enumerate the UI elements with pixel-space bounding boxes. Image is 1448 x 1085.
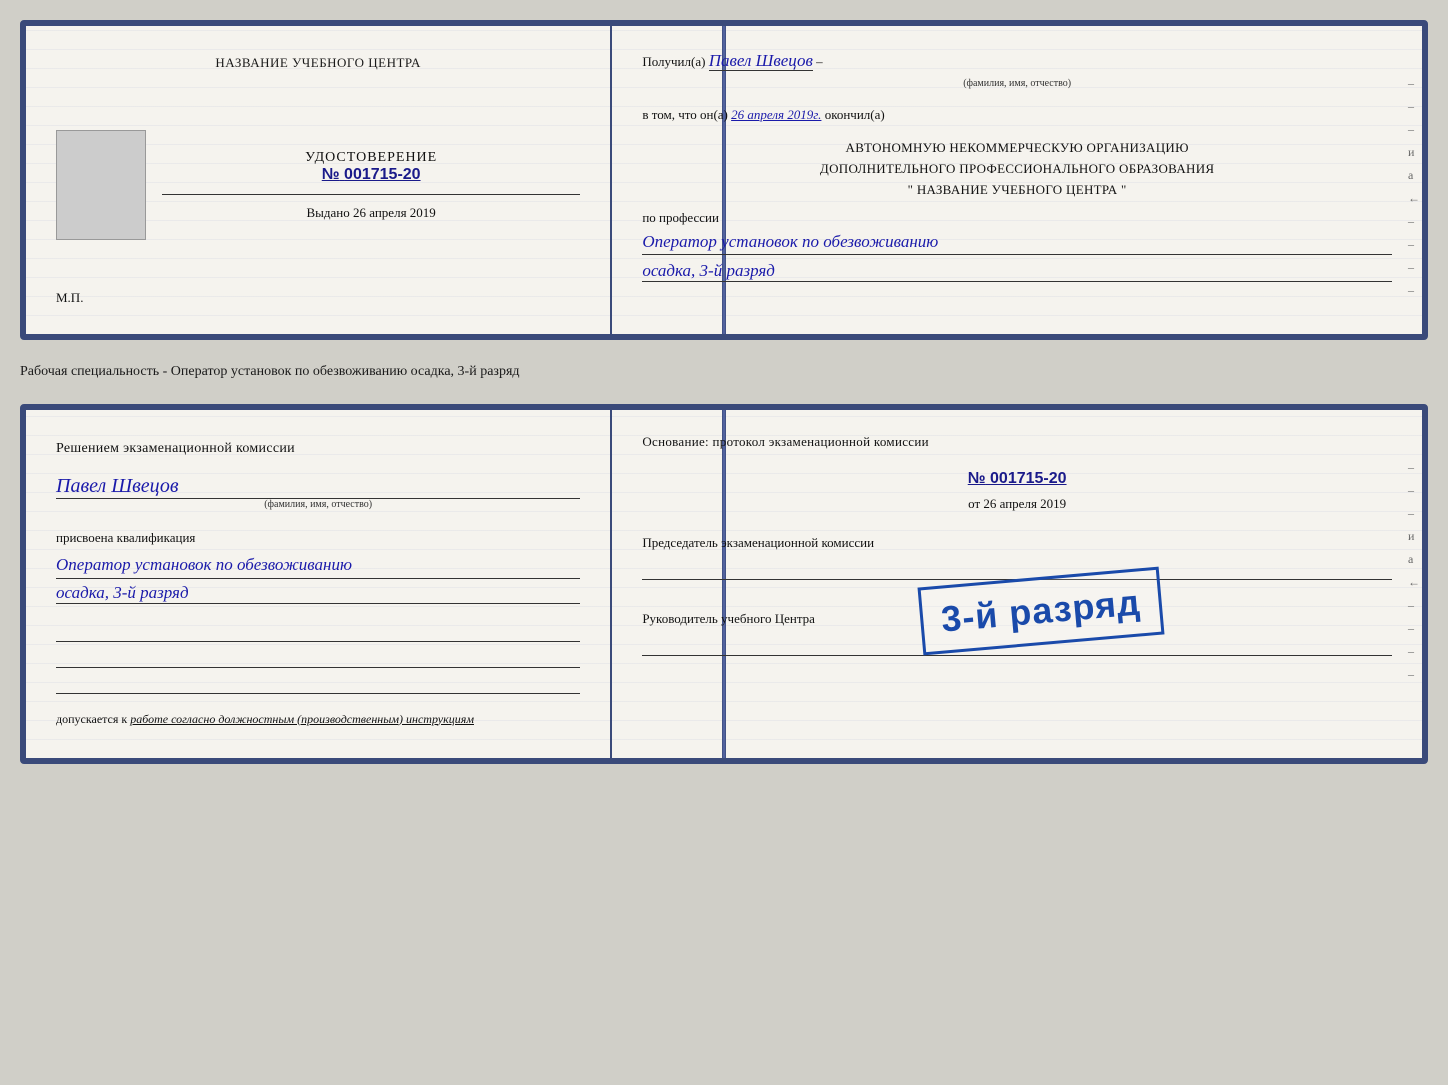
- cert-profession-value: Оператор установок по обезвоживанию: [642, 230, 1392, 255]
- separator-label: Рабочая специальность - Оператор установ…: [20, 358, 1428, 386]
- cert-vydano: Выдано 26 апреля 2019: [162, 205, 580, 221]
- exam-qualification-line1: Оператор установок по обезвоживанию: [56, 552, 580, 579]
- main-container: НАЗВАНИЕ УЧЕБНОГО ЦЕНТРА УДОСТОВЕРЕНИЕ №…: [20, 20, 1428, 764]
- dopuskaetsya-value: работе согласно должностным (производств…: [130, 712, 474, 726]
- exam-card: Решением экзаменационной комиссии Павел …: [20, 404, 1428, 764]
- exam-blank-lines: [56, 620, 580, 698]
- exam-person-name: Павел Швецов: [56, 475, 580, 499]
- name-sublabel: (фамилия, имя, отчество): [642, 76, 1392, 91]
- exam-dopuskaetsya: допускается к работе согласно должностны…: [56, 712, 580, 727]
- prisvoena-label: присвоена квалификация: [56, 530, 580, 546]
- okonchil-label: окончил(а): [825, 107, 885, 122]
- certificate-card-top: НАЗВАНИЕ УЧЕБНОГО ЦЕНТРА УДОСТОВЕРЕНИЕ №…: [20, 20, 1428, 340]
- poluchil-label: Получил(а): [642, 54, 705, 69]
- cert-recipient-row: Получил(а) Павел Швецов – (фамилия, имя,…: [642, 48, 1392, 91]
- cert-date-row: в том, что он(а) 26 апреля 2019г. окончи…: [642, 105, 1392, 125]
- cert-number: № 001715-20: [162, 166, 580, 184]
- cert-autonomous-org: АВТОНОМНУЮ НЕКОММЕРЧЕСКУЮ ОРГАНИЗАЦИЮ ДО…: [642, 138, 1392, 200]
- exam-date: от 26 апреля 2019: [642, 496, 1392, 512]
- exam-qualification-line2: осадка, 3-й разряд: [56, 583, 580, 604]
- udostoverenie-label: УДОСТОВЕРЕНИЕ: [162, 150, 580, 166]
- cert-udostoverenie-block: УДОСТОВЕРЕНИЕ № 001715-20: [162, 150, 580, 184]
- osnovanie-label: Основание: протокол экзаменационной коми…: [642, 432, 1392, 452]
- cert-right-panel: Получил(а) Павел Швецов – (фамилия, имя,…: [612, 26, 1422, 334]
- right-side-decorations: – – – и а ← – – – –: [1408, 76, 1420, 298]
- rukovoditel-label: Руководитель учебного Центра: [642, 611, 815, 626]
- cert-photo-placeholder: [56, 130, 146, 240]
- exam-left-panel: Решением экзаменационной комиссии Павел …: [26, 410, 612, 758]
- cert-razryad-value: осадка, 3-й разряд: [642, 261, 1392, 282]
- exam-right-side-decorations: – – – и а ← – – – –: [1408, 460, 1420, 682]
- exam-name-sublabel: (фамилия, имя, отчество): [56, 499, 580, 510]
- predsedatel-label: Председатель экзаменационной комиссии: [642, 535, 874, 550]
- cert-date-value: 26 апреля 2019г.: [731, 107, 821, 122]
- cert-left-panel: НАЗВАНИЕ УЧЕБНОГО ЦЕНТРА УДОСТОВЕРЕНИЕ №…: [26, 26, 612, 334]
- cert-mp-label: М.П.: [56, 290, 83, 306]
- predsedatel-block: Председатель экзаменационной комиссии: [642, 534, 1392, 580]
- exam-protocol-number: № 001715-20: [642, 470, 1392, 488]
- v-tom-label: в том, что он(а): [642, 107, 728, 122]
- resheniem-label: Решением экзаменационной комиссии: [56, 438, 580, 459]
- po-professii-label: по профессии: [642, 210, 1392, 226]
- recipient-name: Павел Швецов: [709, 51, 813, 71]
- cert-school-title: НАЗВАНИЕ УЧЕБНОГО ЦЕНТРА: [215, 54, 420, 72]
- exam-right-panel: Основание: протокол экзаменационной коми…: [612, 410, 1422, 758]
